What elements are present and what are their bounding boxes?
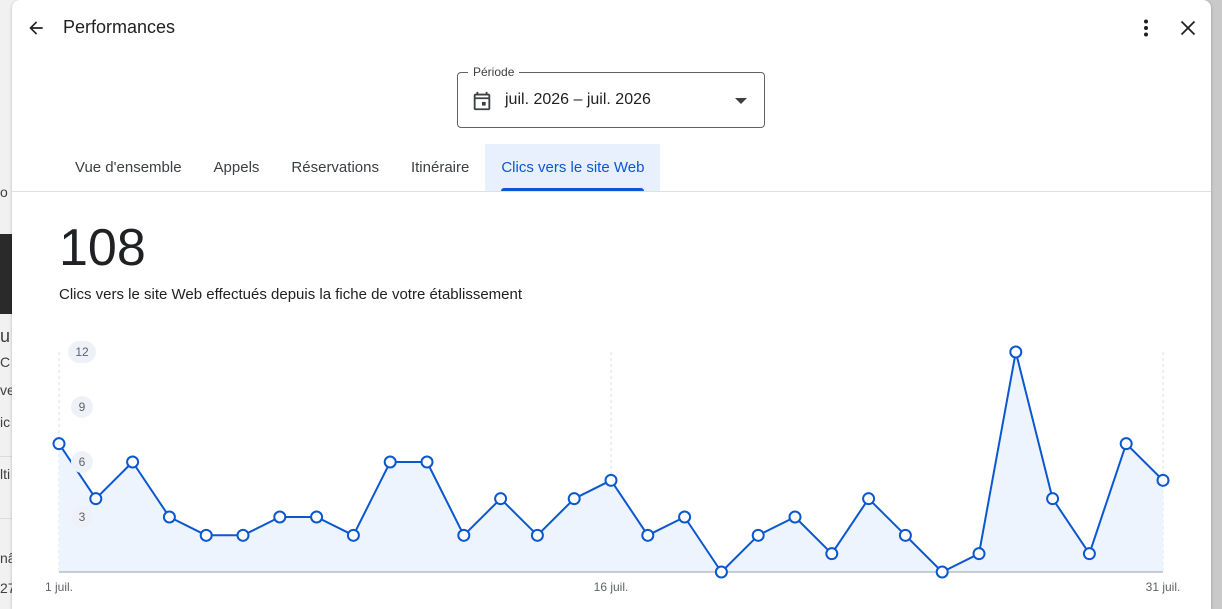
- arrow-back-icon: [29, 21, 43, 35]
- chart-point[interactable]: [898, 528, 912, 542]
- chart-x-tick-label: 31 juil.: [1146, 580, 1181, 594]
- background-divider: [0, 518, 12, 519]
- tab-calls[interactable]: Appels: [198, 144, 276, 191]
- chart-point[interactable]: [751, 528, 765, 542]
- chart-x-ticks: 1 juil. 16 juil. 31 juil.: [45, 580, 1180, 594]
- background-divider: [0, 456, 12, 457]
- tab-website-clicks[interactable]: Clics vers le site Web: [485, 144, 661, 191]
- background-text: ic: [0, 414, 11, 430]
- calendar-icon: [473, 91, 491, 111]
- chart-point[interactable]: [972, 547, 986, 561]
- chart-point[interactable]: [714, 565, 728, 579]
- chart-point[interactable]: [199, 528, 213, 542]
- chart-y-tick-label: 6: [79, 455, 86, 469]
- chart-y-tick: 9: [71, 396, 93, 418]
- tabs-divider: [12, 191, 1211, 192]
- close-button[interactable]: [1174, 14, 1202, 42]
- more-vert-icon: [1144, 19, 1148, 37]
- chart-point[interactable]: [604, 473, 618, 487]
- background-text: o: [0, 184, 8, 200]
- chart-point[interactable]: [935, 565, 949, 579]
- dialog-header: Performances: [12, 0, 1211, 56]
- chart-y-tick-label: 9: [79, 400, 86, 414]
- chart-y-tick: 12: [68, 341, 96, 363]
- chart-point[interactable]: [825, 547, 839, 561]
- chart-point[interactable]: [530, 528, 544, 542]
- chart-point[interactable]: [52, 437, 66, 451]
- close-icon: [1180, 20, 1196, 36]
- chart-y-tick: 6: [71, 451, 93, 473]
- chart-point[interactable]: [641, 528, 655, 542]
- chart-point[interactable]: [420, 455, 434, 469]
- metric-total: 108: [59, 219, 146, 277]
- chart-point[interactable]: [1119, 437, 1133, 451]
- chart-point[interactable]: [310, 510, 324, 524]
- background-text: C: [0, 354, 11, 370]
- website-clicks-chart: 12 9 6 3 1 juil. 16 juil. 31 juil.: [45, 341, 1180, 594]
- chart-point[interactable]: [457, 528, 471, 542]
- tab-directions[interactable]: Itinéraire: [395, 144, 485, 191]
- chart-point[interactable]: [1009, 345, 1023, 359]
- chart-point[interactable]: [273, 510, 287, 524]
- chart-point[interactable]: [236, 528, 250, 542]
- chart-point[interactable]: [1046, 492, 1060, 506]
- chart-point[interactable]: [788, 510, 802, 524]
- performance-dialog: Performances Période juil. 2026 – juil. …: [12, 0, 1211, 609]
- chart-point[interactable]: [862, 492, 876, 506]
- more-options-button[interactable]: [1134, 14, 1158, 42]
- chart-x-tick-label: 16 juil.: [594, 580, 629, 594]
- background-text: lti: [0, 466, 11, 482]
- chart-point[interactable]: [494, 492, 508, 506]
- period-select[interactable]: Période juil. 2026 – juil. 2026: [457, 65, 765, 128]
- chart-point[interactable]: [162, 510, 176, 524]
- chart-point[interactable]: [567, 492, 581, 506]
- chart-y-tick-label: 12: [75, 345, 89, 359]
- chart-point[interactable]: [383, 455, 397, 469]
- background-photo: [0, 234, 12, 314]
- tab-overview[interactable]: Vue d'ensemble: [59, 144, 198, 191]
- tab-bookings[interactable]: Réservations: [275, 144, 395, 191]
- chart-y-tick-label: 3: [79, 510, 86, 524]
- metric-description: Clics vers le site Web effectués depuis …: [59, 286, 523, 303]
- chart-point[interactable]: [678, 510, 692, 524]
- chart-point[interactable]: [89, 492, 103, 506]
- tab-bar: Vue d'ensemble Appels Réservations Itiné…: [59, 144, 661, 192]
- chart-point[interactable]: [1156, 473, 1170, 487]
- chart-point[interactable]: [126, 455, 140, 469]
- background-text: u: [0, 326, 11, 346]
- period-label: Période: [468, 65, 520, 79]
- dropdown-arrow-icon: [735, 98, 747, 104]
- chart-point[interactable]: [1082, 547, 1096, 561]
- chart-x-tick-label: 1 juil.: [45, 580, 73, 594]
- back-button[interactable]: [22, 14, 50, 42]
- chart-y-tick: 3: [71, 506, 93, 528]
- chart-point[interactable]: [346, 528, 360, 542]
- dialog-title: Performances: [63, 17, 176, 37]
- period-value: juil. 2026 – juil. 2026: [505, 91, 651, 108]
